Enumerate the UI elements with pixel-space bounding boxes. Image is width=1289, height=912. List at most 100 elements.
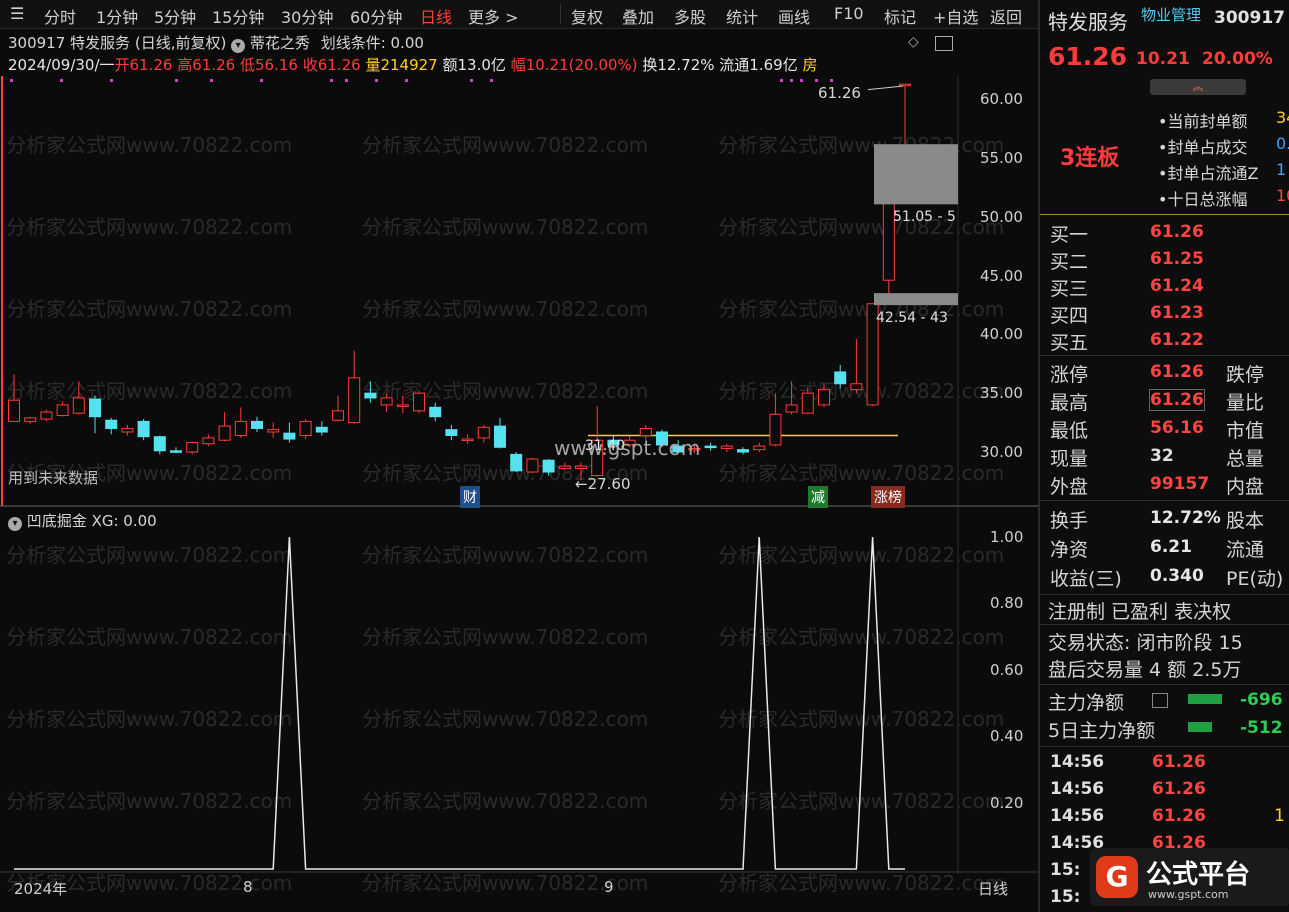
candle-body[interactable] — [153, 436, 166, 452]
candle-body[interactable] — [267, 429, 280, 433]
list-icon[interactable] — [1152, 693, 1168, 708]
seal-value: 10 — [1276, 186, 1289, 205]
menu-icon[interactable]: ☰ — [10, 4, 24, 23]
candle-body[interactable] — [429, 406, 442, 418]
window-toggle-icon[interactable] — [935, 36, 953, 51]
candle-body[interactable] — [542, 459, 555, 473]
candle-body[interactable] — [170, 450, 182, 453]
candle-body[interactable] — [785, 404, 798, 413]
candle-body[interactable] — [56, 404, 69, 417]
candle-body[interactable] — [89, 398, 101, 418]
candle-body[interactable] — [818, 389, 830, 406]
bid-label: 买四 — [1050, 305, 1089, 327]
bar-low: 低56.16 — [239, 56, 298, 74]
tab-60min[interactable]: 60分钟 — [350, 4, 402, 28]
candle-body[interactable] — [639, 427, 652, 437]
signal-dot — [470, 79, 473, 82]
multi-stock-button[interactable]: 多股 — [674, 4, 706, 28]
watermark-text: 分析家公式网www.70822.com — [6, 707, 292, 731]
candle-body[interactable] — [137, 420, 150, 438]
tab-daily[interactable]: 日线 — [420, 4, 452, 28]
chevron-up-icon[interactable]: ︽ — [1150, 79, 1246, 95]
f10-button[interactable]: F10 — [834, 4, 864, 23]
candle-body[interactable] — [299, 420, 312, 437]
candle-body[interactable] — [834, 371, 847, 385]
watermark-text: 分析家公式网www.70822.com — [718, 133, 1004, 157]
tab-30min[interactable]: 30分钟 — [281, 4, 333, 28]
tab-15min[interactable]: 15分钟 — [212, 4, 264, 28]
diamond-icon[interactable]: ◇ — [908, 34, 919, 50]
limit-up-list-tag[interactable]: 涨榜 — [871, 486, 905, 508]
industry-link[interactable]: 物业管理 — [1141, 4, 1201, 25]
candle-body[interactable] — [558, 465, 571, 469]
candle-body[interactable] — [477, 426, 490, 439]
mark-button[interactable]: 标记 — [884, 4, 916, 28]
bid-price[interactable]: 61.26 — [1150, 222, 1204, 242]
candle-body[interactable] — [121, 427, 134, 433]
tab-fenshi[interactable]: 分时 — [44, 4, 76, 28]
tick-time: 15: — [1050, 887, 1081, 907]
main-indicator-name[interactable]: 蒂花之秀 — [250, 34, 310, 52]
candle-body[interactable] — [332, 410, 344, 421]
candle-body[interactable] — [575, 465, 587, 469]
watermark-text: 分析家公式网www.70822.com — [362, 789, 648, 813]
tab-1min[interactable]: 1分钟 — [96, 4, 138, 28]
chevron-down-icon[interactable]: ▾ — [231, 39, 246, 53]
stat-value: 99157 — [1150, 474, 1210, 494]
candle-body[interactable] — [720, 445, 733, 449]
tab-more[interactable]: 更多 > — [468, 4, 519, 28]
candle-body[interactable] — [899, 83, 911, 87]
candle-body[interactable] — [186, 442, 199, 453]
candle-body[interactable] — [413, 392, 425, 412]
candle-body[interactable] — [105, 419, 118, 429]
candle-body[interactable] — [251, 420, 263, 429]
candle-body[interactable] — [8, 399, 20, 422]
bid-price[interactable]: 61.25 — [1150, 249, 1204, 269]
stock-code: 300917 — [8, 34, 66, 52]
bid-price[interactable]: 61.22 — [1150, 330, 1204, 350]
candle-body[interactable] — [769, 413, 782, 446]
candle-body[interactable] — [445, 429, 458, 437]
candle-body[interactable] — [850, 383, 863, 391]
back-button[interactable]: 返回 — [990, 4, 1022, 28]
candle-body[interactable] — [396, 404, 409, 407]
candle-body[interactable] — [348, 377, 361, 424]
tab-5min[interactable]: 5分钟 — [154, 4, 196, 28]
candle-body[interactable] — [24, 417, 37, 422]
candle-body[interactable] — [218, 425, 231, 441]
candle-body[interactable] — [283, 432, 296, 440]
chevron-down-icon[interactable]: ▾ — [8, 517, 22, 531]
seal-value: 34 — [1276, 108, 1289, 127]
candle-body[interactable] — [72, 397, 85, 414]
stat-label: 涨停 — [1050, 364, 1089, 386]
stats-button[interactable]: 统计 — [726, 4, 758, 28]
sub-indicator-name[interactable]: 凹底掘金 — [27, 512, 87, 530]
add-watchlist-button[interactable]: +自选 — [933, 4, 978, 28]
candle-body[interactable] — [510, 453, 523, 472]
watermark-text: 分析家公式网www.70822.com — [718, 789, 1004, 813]
candle-body[interactable] — [40, 411, 53, 420]
quote-code: 300917 — [1214, 8, 1285, 28]
candle-body[interactable] — [364, 392, 377, 399]
stat-value: 32 — [1150, 446, 1174, 466]
bid-price[interactable]: 61.23 — [1150, 303, 1204, 323]
candle-body[interactable] — [737, 449, 749, 453]
fuquan-button[interactable]: 复权 — [571, 4, 603, 28]
finance-tag[interactable]: 财 — [460, 486, 480, 508]
candle-body[interactable] — [801, 392, 814, 414]
watermark-text: 分析家公式网www.70822.com — [362, 707, 648, 731]
reduce-tag[interactable]: 减 — [808, 486, 828, 508]
bid-price[interactable]: 61.24 — [1150, 276, 1204, 296]
candle-body[interactable] — [753, 445, 766, 451]
candle-body[interactable] — [461, 438, 474, 442]
candle-body[interactable] — [704, 445, 717, 449]
candle-body[interactable] — [202, 437, 215, 445]
candle-body[interactable] — [526, 458, 539, 473]
overlay-button[interactable]: 叠加 — [622, 4, 654, 28]
candle-body[interactable] — [380, 397, 393, 406]
draw-line-button[interactable]: 画线 — [778, 4, 810, 28]
candle-body[interactable] — [234, 420, 247, 437]
candle-body[interactable] — [494, 425, 506, 448]
watermark-text: 分析家公式网www.70822.com — [362, 625, 648, 649]
candle-body[interactable] — [315, 426, 328, 433]
